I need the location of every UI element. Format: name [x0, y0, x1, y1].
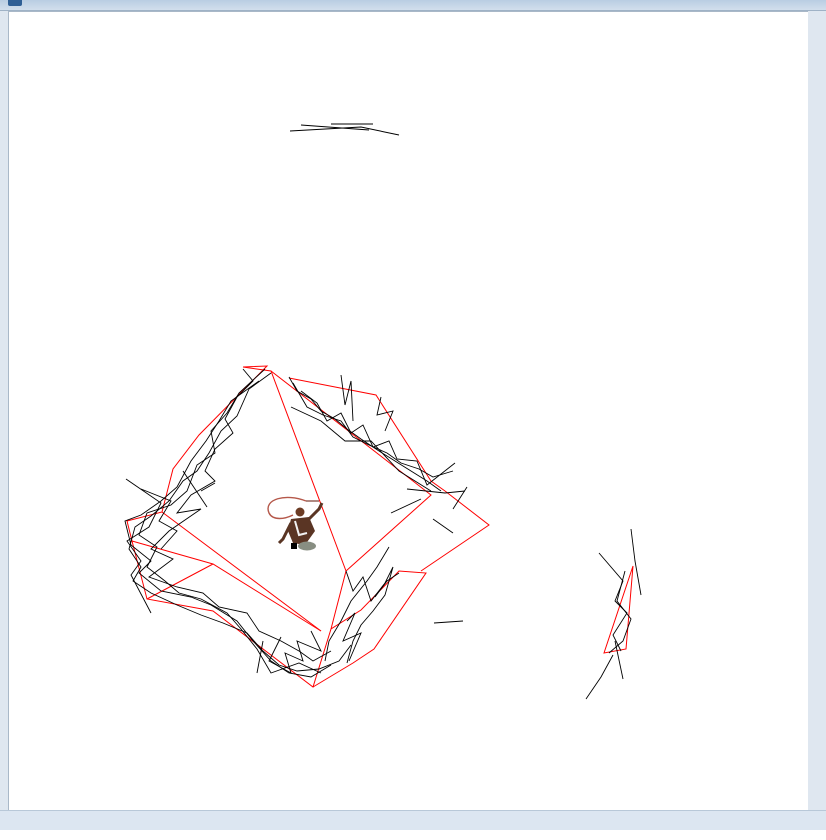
app-icon[interactable]: [8, 0, 22, 6]
wall-fragment-top: [289, 123, 400, 136]
scene-canvas[interactable]: [9, 12, 808, 810]
wall-scribbles: [124, 368, 642, 700]
player-character[interactable]: [267, 496, 324, 551]
title-bar[interactable]: [0, 0, 826, 11]
player-marker-icon: [291, 543, 297, 549]
render-viewport[interactable]: [8, 11, 808, 810]
character-body-icon: [288, 517, 315, 545]
app-window: [0, 0, 826, 840]
window-bottom-border: [0, 810, 826, 831]
character-legs-icon: [298, 541, 316, 551]
console-status-text: [0, 830, 826, 840]
character-head-icon: [295, 507, 305, 517]
